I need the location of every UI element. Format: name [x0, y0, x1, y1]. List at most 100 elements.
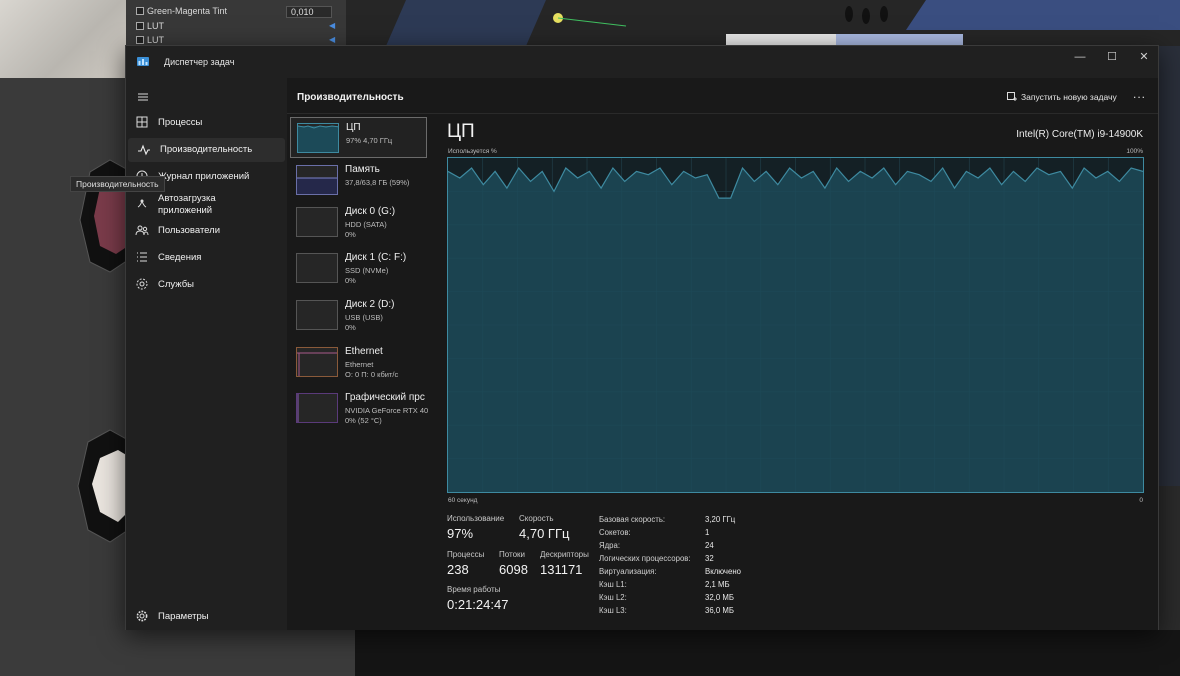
resource-cpu[interactable]: ЦП 97% 4,70 ГГц [290, 117, 427, 158]
sidebar-item-services[interactable]: Службы [126, 273, 287, 297]
threads-label: Потоки [499, 550, 526, 559]
page-header: Производительность Запустить новую задач… [287, 78, 1158, 114]
spec-key: Базовая скорость: [599, 515, 666, 524]
hamburger-menu-icon[interactable] [136, 90, 150, 104]
spec-key: Логических процессоров: [599, 554, 691, 563]
cpu-thumbnail [297, 123, 339, 153]
run-task-icon [1007, 92, 1017, 101]
usage-value: 97% [447, 526, 474, 541]
resource-name: Диск 2 (D:) [345, 299, 395, 310]
memory-thumbnail [296, 165, 338, 195]
resource-disk-0[interactable]: Диск 0 (G:) HDD (SATA) 0% [290, 202, 427, 243]
resource-name: ЦП [346, 122, 361, 133]
spec-key: Кэш L2: [599, 593, 627, 602]
graph-x-label: 60 секунд [448, 497, 478, 504]
background-app-right [1158, 46, 1180, 486]
sidebar-item-label: Пользователи [158, 225, 221, 236]
sidebar-item-startup-apps[interactable]: Автозагрузка приложений [126, 192, 287, 216]
resource-detail: 37,8/63,8 ГБ (59%) [345, 178, 410, 187]
resource-gpu[interactable]: Графический прс NVIDIA GeForce RTX 40 0%… [290, 388, 429, 429]
spec-value: 24 [705, 541, 714, 550]
desktop: Green-Magenta Tint 0,010 LUT ◀ LUT ◀ Дис… [0, 0, 1180, 676]
sidebar-item-label: Процессы [158, 117, 203, 128]
resource-name: Графический прс [345, 392, 425, 403]
spec-value: 36,0 МБ [705, 606, 734, 615]
spec-value: 2,1 МБ [705, 580, 730, 589]
usage-label: Использование [447, 514, 505, 523]
processes-value: 238 [447, 562, 469, 577]
users-icon [135, 225, 149, 236]
resource-memory[interactable]: Память 37,8/63,8 ГБ (59%) [290, 160, 427, 201]
sidebar-item-settings[interactable]: Параметры [126, 605, 287, 629]
sidebar-item-details[interactable]: Сведения [126, 246, 287, 270]
resource-detail: SSD (NVMe) [345, 266, 389, 275]
resource-name: Память [345, 164, 380, 175]
spec-value: 3,20 ГГц [705, 515, 736, 524]
speed-label: Скорость [519, 514, 554, 523]
resource-detail: 97% 4,70 ГГц [346, 136, 393, 145]
background-app-bottom-left [0, 630, 355, 676]
sidebar-item-label: Параметры [158, 611, 209, 622]
resource-name: Диск 1 (C: F:) [345, 252, 407, 263]
gpu-thumbnail [296, 393, 338, 423]
cpu-model: Intel(R) Core(TM) i9-14900K [1016, 129, 1143, 140]
main-panel: Производительность Запустить новую задач… [287, 78, 1158, 630]
disk-1-thumbnail [296, 253, 338, 283]
resource-name: Ethernet [345, 346, 383, 357]
spec-key: Ядра: [599, 541, 621, 550]
spec-value: 32 [705, 554, 714, 563]
sidebar-item-users[interactable]: Пользователи [126, 219, 287, 243]
maximize-button[interactable]: ☐ [1096, 48, 1128, 66]
spec-key: Виртуализация: [599, 567, 657, 576]
more-options-button[interactable]: ... [1133, 87, 1146, 101]
graph-x-min: 0 [1139, 497, 1143, 504]
resource-detail: NVIDIA GeForce RTX 40 [345, 406, 429, 415]
task-manager-window: Диспетчер задач — ☐ ✕ Процессы Производи… [70, 45, 1159, 630]
resource-name: Диск 0 (G:) [345, 206, 396, 217]
spec-key: Сокетов: [599, 528, 631, 537]
ethernet-thumbnail [296, 347, 338, 377]
sidebar-item-performance[interactable]: Производительность [128, 138, 285, 162]
spec-value: 1 [705, 528, 710, 537]
resource-detail: HDD (SATA) [345, 220, 387, 229]
sidebar-item-label: Журнал приложений [158, 171, 250, 182]
graph-y-max: 100% [1126, 148, 1143, 155]
graph-y-label: Используется % [448, 148, 497, 155]
processes-label: Процессы [447, 550, 485, 559]
startup-icon [137, 199, 147, 208]
cpu-usage-chart [447, 158, 1144, 492]
nav-tooltip: Производительность [70, 176, 165, 192]
background-render-preview [0, 0, 126, 78]
window-title: Диспетчер задач [164, 57, 235, 67]
title-bar[interactable]: Диспетчер задач — ☐ ✕ [126, 46, 1158, 78]
spec-value: Включено [705, 567, 741, 576]
disk-2-thumbnail [296, 300, 338, 330]
disk-0-thumbnail [296, 207, 338, 237]
threads-value: 6098 [499, 562, 528, 577]
run-new-task-button[interactable]: Запустить новую задачу [1007, 89, 1117, 105]
sidebar-item-label: Службы [158, 279, 194, 290]
sidebar-item-label: Сведения [158, 252, 202, 263]
resource-ethernet[interactable]: Ethernet Ethernet О: 0 П: 0 кбит/с [290, 342, 427, 383]
task-manager-icon [137, 57, 149, 66]
resource-value: 0% [345, 323, 356, 332]
resource-disk-1[interactable]: Диск 1 (C: F:) SSD (NVMe) 0% [290, 248, 427, 289]
page-title: Производительность [297, 92, 404, 103]
resource-disk-2[interactable]: Диск 2 (D:) USB (USB) 0% [290, 295, 427, 336]
spec-key: Кэш L3: [599, 606, 627, 615]
resource-value: 0% [345, 230, 356, 239]
background-app-bottom [355, 630, 1180, 676]
sidebar-nav: Процессы Производительность Журнал прило… [70, 78, 287, 630]
sidebar-item-processes[interactable]: Процессы [126, 111, 287, 135]
close-button[interactable]: ✕ [1128, 48, 1160, 66]
performance-icon [138, 144, 150, 156]
handles-value: 131171 [540, 562, 583, 577]
resource-value: 0% [345, 276, 356, 285]
uptime-label: Время работы [447, 585, 501, 594]
resource-detail: USB (USB) [345, 313, 383, 322]
minimize-button[interactable]: — [1064, 48, 1096, 66]
resource-detail: Ethernet [345, 360, 374, 369]
uptime-value: 0:21:24:47 [447, 597, 509, 612]
run-new-task-label: Запустить новую задачу [1021, 92, 1117, 102]
resource-value: О: 0 П: 0 кбит/с [345, 370, 399, 379]
